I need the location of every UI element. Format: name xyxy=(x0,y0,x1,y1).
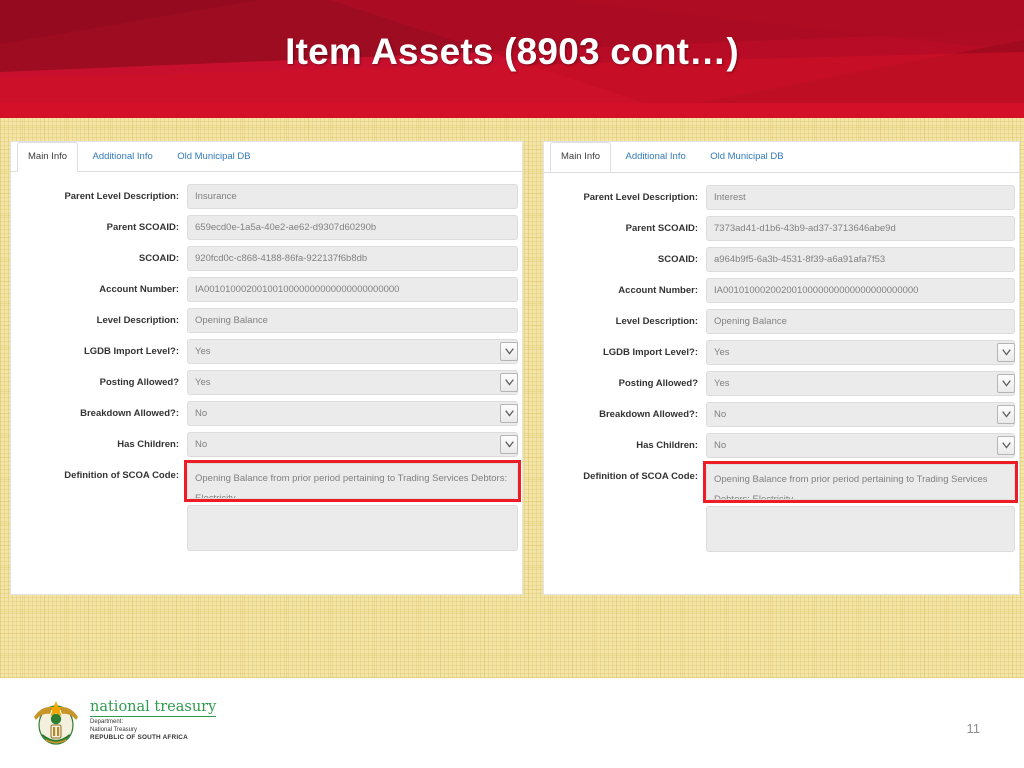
breakdown-allowed-select[interactable]: No xyxy=(706,402,1015,427)
logo-line-national-treasury: National Treasury xyxy=(90,726,138,733)
field-label: Parent SCOAID: xyxy=(106,222,179,233)
chevron-down-icon[interactable] xyxy=(500,373,518,392)
field-row-extra-notes xyxy=(11,505,522,551)
field-row-definition-of-scoa-code: Definition of SCOA Code: Opening Balance… xyxy=(544,461,1019,503)
field-row-posting-allowed: Posting Allowed? Yes xyxy=(11,370,522,395)
tabstrip-right: Main Info Additional Info Old Municipal … xyxy=(544,142,1019,173)
field-label: Parent SCOAID: xyxy=(625,223,698,234)
field-row-scoaid: SCOAID: a964b9f5-6a3b-4531-8f39-a6a91afa… xyxy=(544,247,1019,272)
field-label: Parent Level Description: xyxy=(583,192,698,203)
slide-footer: national treasury Department: National T… xyxy=(0,678,1024,768)
record-panel-right: Main Info Additional Info Old Municipal … xyxy=(543,141,1020,595)
scoaid-input[interactable]: a964b9f5-6a3b-4531-8f39-a6a91afa7f53 xyxy=(706,247,1015,272)
field-row-definition-of-scoa-code: Definition of SCOA Code: Opening Balance… xyxy=(11,460,522,502)
field-label: Account Number: xyxy=(99,284,179,295)
slide-header: Item Assets (8903 cont…) xyxy=(0,0,1024,118)
field-label: Posting Allowed? xyxy=(99,377,179,388)
field-label: SCOAID: xyxy=(657,254,698,265)
level-description-input[interactable]: Opening Balance xyxy=(706,309,1015,334)
lgdb-import-level-select[interactable]: Yes xyxy=(187,339,518,364)
field-row-has-children: Has Children: No xyxy=(11,432,522,457)
field-row-parent-scoaid: Parent SCOAID: 659ecd0e-1a5a-40e2-ae62-d… xyxy=(11,215,522,240)
field-label: LGDB Import Level?: xyxy=(602,347,698,358)
field-label: Level Description: xyxy=(96,315,179,326)
chevron-down-icon[interactable] xyxy=(500,435,518,454)
breakdown-allowed-select[interactable]: No xyxy=(187,401,518,426)
field-row-parent-scoaid: Parent SCOAID: 7373ad41-d1b6-43b9-ad37-3… xyxy=(544,216,1019,241)
field-row-extra-notes xyxy=(544,506,1019,552)
field-label: SCOAID: xyxy=(138,253,179,264)
chevron-down-icon[interactable] xyxy=(500,342,518,361)
tabstrip-left: Main Info Additional Info Old Municipal … xyxy=(11,142,522,172)
definition-of-scoa-code-textarea[interactable]: Opening Balance from prior period pertai… xyxy=(187,463,518,499)
field-row-breakdown-allowed: Breakdown Allowed?: No xyxy=(544,402,1019,427)
field-row-has-children: Has Children: No xyxy=(544,433,1019,458)
chevron-down-icon[interactable] xyxy=(500,404,518,423)
scoaid-input[interactable]: 920fcd0c-c868-4188-86fa-922137f6b8db xyxy=(187,246,518,271)
field-row-account-number: Account Number: IA0010100020020010000000… xyxy=(544,278,1019,303)
extra-notes-textarea[interactable] xyxy=(706,506,1015,552)
field-row-level-description: Level Description: Opening Balance xyxy=(544,309,1019,334)
tab-main-info-right[interactable]: Main Info xyxy=(550,142,612,172)
tab-old-municipal-db-left[interactable]: Old Municipal DB xyxy=(167,142,260,171)
page-number: 11 xyxy=(966,721,981,736)
tab-additional-info-left[interactable]: Additional Info xyxy=(83,142,163,171)
logo-line-department: Department: xyxy=(90,719,124,726)
field-label: Parent Level Description: xyxy=(64,191,179,202)
field-label: Breakdown Allowed?: xyxy=(599,409,698,420)
coat-of-arms-icon xyxy=(34,701,78,745)
field-label xyxy=(544,506,706,513)
tab-main-info-left[interactable]: Main Info xyxy=(17,142,79,172)
definition-of-scoa-code-textarea[interactable]: Opening Balance from prior period pertai… xyxy=(706,464,1015,500)
field-label: Definition of SCOA Code: xyxy=(583,471,698,482)
field-label: Breakdown Allowed?: xyxy=(80,408,179,419)
field-label xyxy=(11,505,187,512)
record-panel-left: Main Info Additional Info Old Municipal … xyxy=(10,141,523,595)
national-treasury-logo: national treasury Department: National T… xyxy=(30,695,217,747)
posting-allowed-select[interactable]: Yes xyxy=(706,371,1015,396)
chevron-down-icon[interactable] xyxy=(997,374,1015,393)
field-row-breakdown-allowed: Breakdown Allowed?: No xyxy=(11,401,522,426)
has-children-select[interactable]: No xyxy=(187,432,518,457)
logo-title: national treasury xyxy=(90,699,217,718)
tab-additional-info-right[interactable]: Additional Info xyxy=(616,142,696,171)
parent-scoaid-input[interactable]: 659ecd0e-1a5a-40e2-ae62-d9307d60290b xyxy=(187,215,518,240)
logo-text-block: national treasury Department: National T… xyxy=(90,699,217,743)
has-children-select[interactable]: No xyxy=(706,433,1015,458)
field-label: Has Children: xyxy=(117,439,179,450)
field-row-lgdb-import-level: LGDB Import Level?: Yes xyxy=(544,340,1019,365)
field-row-lgdb-import-level: LGDB Import Level?: Yes xyxy=(11,339,522,364)
level-description-input[interactable]: Opening Balance xyxy=(187,308,518,333)
field-row-posting-allowed: Posting Allowed? Yes xyxy=(544,371,1019,396)
parent-scoaid-input[interactable]: 7373ad41-d1b6-43b9-ad37-3713646abe9d xyxy=(706,216,1015,241)
field-label: Posting Allowed? xyxy=(618,378,698,389)
account-number-input[interactable]: IA0010100020020010000000000000000000000 xyxy=(706,278,1015,303)
parent-level-description-input[interactable]: Insurance xyxy=(187,184,518,209)
extra-notes-textarea[interactable] xyxy=(187,505,518,551)
chevron-down-icon[interactable] xyxy=(997,436,1015,455)
field-row-scoaid: SCOAID: 920fcd0c-c868-4188-86fa-922137f6… xyxy=(11,246,522,271)
field-label: LGDB Import Level?: xyxy=(83,346,179,357)
field-row-parent-level-description: Parent Level Description: Interest xyxy=(544,185,1019,210)
form-right: Parent Level Description: Interest Paren… xyxy=(544,173,1019,552)
parent-level-description-input[interactable]: Interest xyxy=(706,185,1015,210)
slide: Item Assets (8903 cont…) Main Info Addit… xyxy=(0,0,1024,768)
field-row-account-number: Account Number: IA0010100020010010000000… xyxy=(11,277,522,302)
chevron-down-icon[interactable] xyxy=(997,405,1015,424)
field-row-level-description: Level Description: Opening Balance xyxy=(11,308,522,333)
field-row-parent-level-description: Parent Level Description: Insurance xyxy=(11,184,522,209)
account-number-input[interactable]: IA0010100020010010000000000000000000000 xyxy=(187,277,518,302)
field-label: Definition of SCOA Code: xyxy=(64,470,179,481)
field-label: Account Number: xyxy=(618,285,698,296)
logo-line-republic: REPUBLIC OF SOUTH AFRICA xyxy=(90,734,188,742)
field-label: Has Children: xyxy=(636,440,698,451)
logo-subtitle: Department: National Treasury REPUBLIC O… xyxy=(90,719,216,743)
field-label: Level Description: xyxy=(615,316,698,327)
tab-old-municipal-db-right[interactable]: Old Municipal DB xyxy=(700,142,793,171)
posting-allowed-select[interactable]: Yes xyxy=(187,370,518,395)
lgdb-import-level-select[interactable]: Yes xyxy=(706,340,1015,365)
page-title: Item Assets (8903 cont…) xyxy=(285,31,739,72)
form-left: Parent Level Description: Insurance Pare… xyxy=(11,172,522,551)
chevron-down-icon[interactable] xyxy=(997,343,1015,362)
